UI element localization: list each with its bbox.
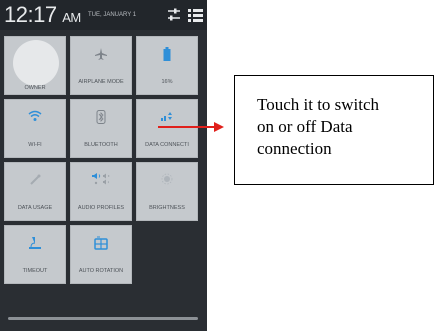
audio-profiles-icon <box>92 173 110 185</box>
tile-airplane-mode[interactable]: AIRPLANE MODE <box>70 36 132 95</box>
data-connection-icon <box>161 112 172 121</box>
timeout-icon <box>29 237 41 249</box>
tile-battery[interactable]: 16% <box>136 36 198 95</box>
tile-label: AIRPLANE MODE <box>78 79 124 85</box>
tile-label: WI-FI <box>28 142 42 148</box>
tile-owner[interactable]: OWNER <box>4 36 66 95</box>
avatar <box>13 40 59 86</box>
drag-handle[interactable] <box>8 317 198 320</box>
tile-audio-profiles[interactable]: AUDIO PROFILES <box>70 162 132 221</box>
settings-sliders-icon[interactable] <box>165 6 183 24</box>
tile-data-usage[interactable]: DATA USAGE <box>4 162 66 221</box>
tile-auto-rotation[interactable]: AUTO ROTATION <box>70 225 132 284</box>
tile-label: DATA CONNECTI <box>145 142 189 148</box>
battery-icon <box>163 47 171 61</box>
airplane-icon <box>95 48 107 60</box>
tile-label: DATA USAGE <box>17 205 53 211</box>
annotation-callout: Touch it to switch on or off Data connec… <box>234 75 434 185</box>
tile-wifi[interactable]: WI-FI <box>4 99 66 158</box>
tile-label: BRIGHTNESS <box>149 205 185 211</box>
callout-line: on or off Data <box>257 117 353 136</box>
tile-label: BLUETOOTH <box>84 142 118 148</box>
date-label: TUE, JANUARY 1 <box>88 12 137 18</box>
brightness-icon <box>161 173 173 185</box>
status-bar: 12:17 AM TUE, JANUARY 1 <box>0 0 207 30</box>
tile-label: OWNER <box>24 85 46 91</box>
tile-label: AUTO ROTATION <box>78 268 124 274</box>
wifi-icon <box>28 110 42 121</box>
tile-brightness[interactable]: BRIGHTNESS <box>136 162 198 221</box>
callout-line: connection <box>257 139 332 158</box>
tile-data-connection[interactable]: DATA CONNECTI <box>136 99 198 158</box>
tile-label: TIMEOUT <box>22 268 48 274</box>
tile-label: 16% <box>161 79 173 85</box>
tile-timeout[interactable]: TIMEOUT <box>4 225 66 284</box>
callout-arrow <box>158 126 216 128</box>
data-usage-icon <box>30 174 41 185</box>
auto-rotation-icon <box>94 236 108 250</box>
callout-line: Touch it to switch <box>257 95 380 114</box>
tile-bluetooth[interactable]: BLUETOOTH <box>70 99 132 158</box>
tile-label: AUDIO PROFILES <box>77 205 125 211</box>
bluetooth-icon <box>96 110 106 124</box>
clock: 12:17 AM <box>4 2 81 27</box>
list-menu-icon[interactable] <box>186 6 204 24</box>
callout-arrow-head <box>214 122 224 132</box>
quick-settings-panel: 12:17 AM TUE, JANUARY 1 OWNER AIRPLANE M… <box>0 0 207 331</box>
